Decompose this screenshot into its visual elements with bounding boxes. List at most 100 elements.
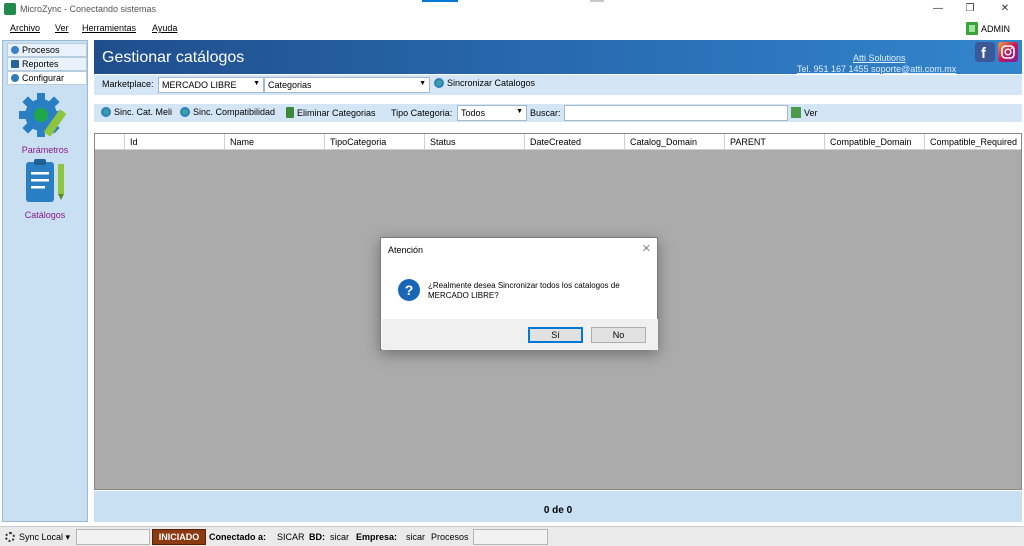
search-icon	[791, 107, 801, 118]
sinc-compatibilidad-button[interactable]: Sinc. Compatibilidad	[180, 107, 275, 117]
marketplace-value: MERCADO LIBRE	[162, 80, 237, 90]
yes-button[interactable]: Sí	[528, 327, 583, 343]
menu-ver[interactable]: Ver	[55, 23, 69, 33]
sidebar-item-parametros[interactable]: Parámetros	[7, 89, 83, 155]
empresa-value: sicar	[406, 532, 426, 542]
clipboard-pencil-icon	[26, 159, 64, 202]
search-input[interactable]	[564, 105, 788, 121]
facebook-icon[interactable]: f	[975, 42, 995, 62]
row-selector-header[interactable]	[95, 134, 124, 150]
buscar-label: Buscar:	[530, 108, 561, 118]
sync-icon	[180, 107, 190, 117]
header-banner: Gestionar catálogos Atti Solutions Tel. …	[94, 40, 1022, 74]
application-window: MicroZync - Conectando sistemas — ❐ ✕ Ar…	[0, 0, 1024, 546]
marketplace-select[interactable]: MERCADO LIBRE ▼	[158, 77, 264, 93]
ver-label: Ver	[804, 107, 818, 118]
configurar-gear-icon	[11, 74, 19, 82]
sinc-cat-meli-label: Sinc. Cat. Meli	[114, 107, 173, 117]
connected-label: Conectado a:	[209, 532, 267, 542]
bd-label: BD:	[309, 532, 325, 542]
gear-pencil-icon	[19, 93, 67, 137]
user-icon	[966, 22, 978, 35]
sync-local-label: Sync Local	[19, 532, 64, 542]
question-icon: ?	[398, 279, 420, 301]
marketplace-toolbar: Marketplace: MERCADO LIBRE ▼ Categorias …	[94, 75, 1022, 95]
restore-button[interactable]: ❐	[953, 0, 987, 19]
no-button[interactable]: No	[591, 327, 646, 343]
sincronizar-catalogos-button[interactable]: Sincronizar Catalogos	[434, 78, 535, 88]
sidebar-item-catalogos-label: Catálogos	[24, 210, 66, 220]
tipo-categoria-select[interactable]: Todos ▼	[457, 105, 527, 121]
app-icon	[4, 3, 16, 15]
chevron-down-icon: ▼	[419, 80, 426, 87]
tab-reportes-label: Reportes	[22, 59, 59, 69]
procesos-box	[473, 529, 548, 545]
column-header[interactable]: TipoCategoria	[324, 134, 424, 150]
column-header[interactable]: DateCreated	[524, 134, 624, 150]
title-accent	[422, 0, 458, 2]
title-bar: MicroZync - Conectando sistemas — ❐ ✕	[0, 0, 1024, 19]
sinc-cat-meli-button[interactable]: Sinc. Cat. Meli	[101, 107, 172, 117]
empresa-label: Empresa:	[356, 532, 398, 542]
column-header[interactable]: PARENT	[724, 134, 824, 150]
left-navigation-panel: Procesos Reportes Configurar Parámetros …	[2, 40, 88, 522]
tab-configurar-label: Configurar	[22, 73, 65, 83]
title-accent-2	[590, 0, 604, 2]
sync-icon	[101, 107, 111, 117]
contact-info[interactable]: Tel. 951 167 1455 soporte@atti.com.mx	[797, 64, 956, 74]
status-badge: INICIADO	[152, 529, 206, 545]
menu-ayuda[interactable]: Ayuda	[152, 23, 177, 33]
tipo-categoria-label: Tipo Categoria:	[391, 108, 453, 118]
tab-configurar[interactable]: Configurar	[7, 71, 87, 85]
menu-herramientas[interactable]: Herramientas	[82, 23, 136, 33]
category-select[interactable]: Categorias ▼	[264, 77, 430, 93]
trash-icon	[286, 107, 294, 118]
menu-archivo[interactable]: Archivo	[10, 23, 40, 33]
ver-button[interactable]: Ver	[791, 107, 818, 118]
sincronizar-catalogos-label: Sincronizar Catalogos	[447, 78, 536, 88]
marketplace-label: Marketplace:	[102, 79, 154, 89]
sinc-compatibilidad-label: Sinc. Compatibilidad	[193, 107, 276, 117]
instagram-icon[interactable]	[998, 42, 1018, 62]
close-window-button[interactable]: ✕	[988, 0, 1022, 19]
dialog-message: ¿Realmente desea Sincronizar todos los c…	[428, 281, 620, 300]
page-title: Gestionar catálogos	[102, 49, 245, 66]
procesos-label: Procesos	[431, 532, 469, 542]
spinner-icon	[5, 532, 15, 542]
bd-value: sicar	[330, 532, 350, 542]
dialog-title: Atención	[388, 245, 424, 255]
chevron-down-icon: ▼	[253, 80, 260, 87]
tab-procesos-label: Procesos	[22, 45, 60, 55]
user-name: ADMIN	[981, 23, 1010, 34]
sync-local-dropdown[interactable]: Sync Local ▾	[19, 532, 70, 543]
grid-header: Id Name TipoCategoria Status DateCreated…	[95, 134, 1021, 150]
column-header[interactable]: Status	[424, 134, 524, 150]
column-header[interactable]: Compatible_Domain	[824, 134, 924, 150]
menu-bar: Archivo Ver Herramientas Ayuda ADMIN	[0, 19, 1024, 38]
sidebar-item-parametros-label: Parámetros	[21, 145, 69, 155]
status-bar: Sync Local ▾ INICIADO Conectado a: SICAR…	[0, 526, 1024, 546]
confirm-dialog: Atención ✕ ? ¿Realmente desea Sincroniza…	[380, 237, 658, 350]
page-count: 0 de 0	[543, 505, 573, 516]
eliminar-categorias-button[interactable]: Eliminar Categorias	[286, 107, 376, 118]
chevron-down-icon: ▼	[516, 108, 523, 115]
sync-icon	[434, 78, 444, 88]
company-link[interactable]: Atti Solutions	[853, 53, 906, 63]
window-title: MicroZync - Conectando sistemas	[20, 4, 157, 14]
pager: 0 de 0	[94, 491, 1022, 522]
column-header[interactable]: Catalog_Domain	[624, 134, 724, 150]
column-header[interactable]: Compatible_Required	[924, 134, 1021, 150]
sync-progress-box	[76, 529, 150, 545]
tab-procesos[interactable]: Procesos	[7, 43, 87, 57]
tab-reportes[interactable]: Reportes	[7, 57, 87, 71]
column-header[interactable]: Id	[124, 134, 224, 150]
connected-value: SICAR	[277, 532, 305, 542]
dialog-footer: Sí No	[382, 319, 658, 350]
user-admin[interactable]: ADMIN	[966, 21, 1010, 36]
dialog-close-icon[interactable]: ✕	[642, 242, 651, 255]
svg-text:f: f	[981, 45, 987, 62]
sidebar-item-catalogos[interactable]: Catálogos	[7, 158, 83, 220]
actions-toolbar: Sinc. Cat. Meli Sinc. Compatibilidad Eli…	[94, 104, 1022, 122]
minimize-button[interactable]: —	[921, 0, 955, 19]
column-header[interactable]: Name	[224, 134, 324, 150]
